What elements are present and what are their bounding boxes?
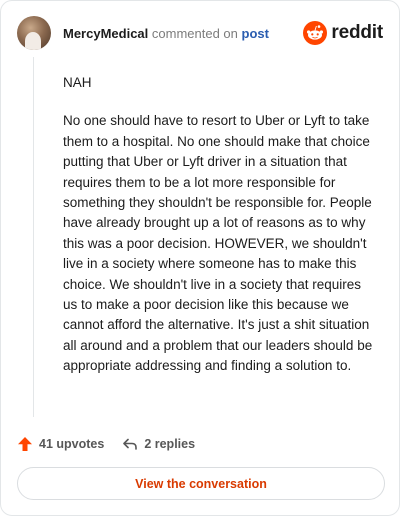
reply-count: 2 replies: [144, 437, 196, 451]
reply-arrow-icon: [123, 438, 138, 450]
reddit-wordmark: reddit: [331, 22, 383, 43]
comment-meta: MercyMedical commented on post: [63, 26, 269, 41]
comment-body: NAH No one should have to resort to Uber…: [63, 73, 375, 395]
view-conversation-button[interactable]: View the conversation: [17, 467, 385, 500]
upvote-button[interactable]: 41 upvotes: [17, 436, 104, 452]
thread-line: [33, 57, 34, 417]
comment-paragraph: NAH: [63, 75, 92, 90]
comment-card: MercyMedical commented on post reddit NA…: [0, 0, 400, 516]
upvote-arrow-icon: [18, 437, 32, 451]
username-link[interactable]: MercyMedical: [63, 26, 148, 41]
comment-paragraph: No one should have to resort to Uber or …: [63, 113, 373, 374]
upvote-count: 41 upvotes: [39, 437, 105, 451]
replies-button[interactable]: 2 replies: [122, 436, 195, 452]
reddit-logo[interactable]: reddit: [303, 21, 383, 45]
action-text: commented on: [151, 25, 238, 41]
comment-header: MercyMedical commented on post reddit: [17, 15, 383, 51]
comment-actions: 41 upvotes 2 replies: [17, 433, 195, 455]
post-link[interactable]: post: [242, 26, 269, 41]
avatar[interactable]: [17, 16, 51, 50]
reddit-alien-icon: [303, 21, 328, 45]
